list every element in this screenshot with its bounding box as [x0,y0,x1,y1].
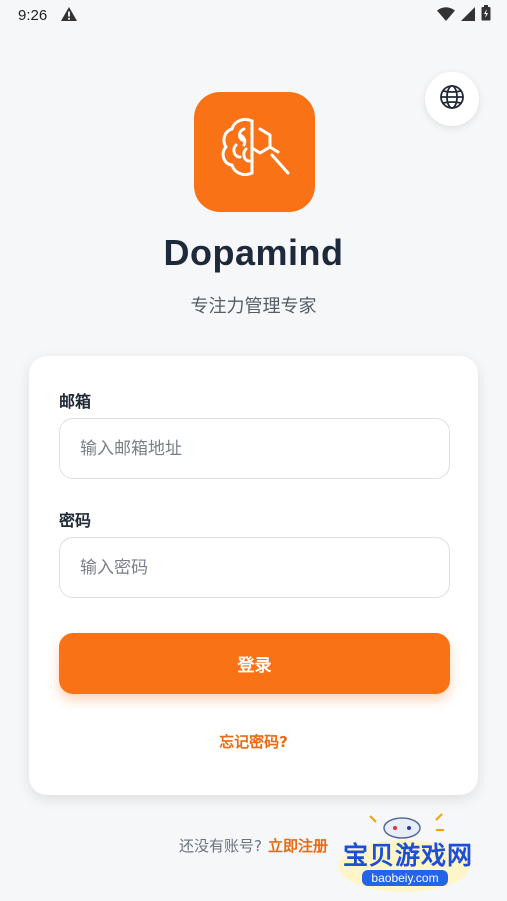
status-time: 9:26 [18,6,48,24]
status-bar: 9:26 [0,0,507,30]
status-right [437,5,491,25]
app-name: Dopamind [163,232,344,273]
language-button[interactable] [425,72,479,126]
app-tagline: 专注力管理专家 [190,296,317,317]
wifi-icon [437,6,455,25]
globe-icon [439,84,465,114]
watermark-url: baobeiy.com [362,870,448,886]
status-left: 9:26 [18,6,78,25]
email-field[interactable] [59,418,450,479]
alert-icon [61,6,78,25]
register-link[interactable]: 立即注册 [268,837,328,855]
email-label: 邮箱 [59,392,92,411]
login-card: 邮箱 密码 登录 忘记密码? [29,356,478,795]
battery-icon [481,5,491,25]
login-button[interactable]: 登录 [59,633,450,694]
password-field[interactable] [59,537,450,598]
forgot-password-link[interactable]: 忘记密码? [29,731,478,752]
signal-icon [461,6,475,25]
brain-search-icon [216,115,294,189]
watermark-title: 宝贝游戏网 [342,841,473,870]
password-label: 密码 [59,511,92,530]
app-logo [194,92,315,212]
no-account-text: 还没有账号? [179,837,262,855]
watermark: 宝贝游戏网 baobeiy.com [332,808,482,894]
